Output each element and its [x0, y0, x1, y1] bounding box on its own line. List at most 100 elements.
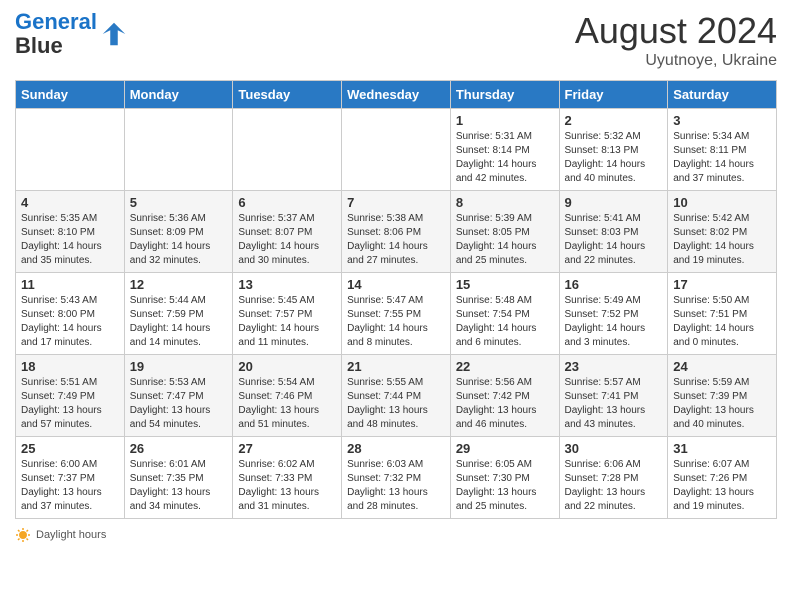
calendar-cell: 25 Sunrise: 6:00 AMSunset: 7:37 PMDayligh…	[16, 437, 125, 519]
week-row-1: 1 Sunrise: 5:31 AMSunset: 8:14 PMDaylight…	[16, 109, 777, 191]
day-number: 24	[673, 359, 771, 374]
day-info: Sunrise: 5:56 AMSunset: 7:42 PMDaylight:…	[456, 376, 554, 432]
day-number: 6	[238, 195, 336, 210]
calendar-cell: 14 Sunrise: 5:47 AMSunset: 7:55 PMDayligh…	[342, 273, 451, 355]
day-number: 20	[238, 359, 336, 374]
daylight-legend: Daylight hours	[15, 527, 106, 543]
sun-icon	[15, 527, 31, 543]
calendar-cell: 29 Sunrise: 6:05 AMSunset: 7:30 PMDayligh…	[450, 437, 559, 519]
calendar-cell: 26 Sunrise: 6:01 AMSunset: 7:35 PMDayligh…	[124, 437, 233, 519]
calendar-cell: 30Sunrise: 6:06 AMSunset: 7:28 PMDayligh…	[559, 437, 668, 519]
weekday-wednesday: Wednesday	[342, 81, 451, 109]
calendar-cell: 18 Sunrise: 5:51 AMSunset: 7:49 PMDayligh…	[16, 355, 125, 437]
day-number: 28	[347, 441, 445, 456]
calendar-cell: 15 Sunrise: 5:48 AMSunset: 7:54 PMDayligh…	[450, 273, 559, 355]
day-number: 21	[347, 359, 445, 374]
day-number: 2	[565, 113, 663, 128]
day-number: 4	[21, 195, 119, 210]
day-number: 10	[673, 195, 771, 210]
calendar-cell: 21 Sunrise: 5:55 AMSunset: 7:44 PMDayligh…	[342, 355, 451, 437]
day-number: 22	[456, 359, 554, 374]
day-number: 5	[130, 195, 228, 210]
day-info: Sunrise: 5:42 AMSunset: 8:02 PMDaylight:…	[673, 212, 771, 268]
day-info: Sunrise: 5:51 AMSunset: 7:49 PMDaylight:…	[21, 376, 119, 432]
week-row-4: 18 Sunrise: 5:51 AMSunset: 7:49 PMDayligh…	[16, 355, 777, 437]
day-info: Sunrise: 5:50 AMSunset: 7:51 PMDaylight:…	[673, 294, 771, 350]
day-info: Sunrise: 5:38 AMSunset: 8:06 PMDaylight:…	[347, 212, 445, 268]
day-info: Sunrise: 5:57 AMSunset: 7:41 PMDaylight:…	[565, 376, 663, 432]
calendar-cell	[16, 109, 125, 191]
calendar-cell: 7 Sunrise: 5:38 AMSunset: 8:06 PMDaylight…	[342, 191, 451, 273]
calendar-cell: 19 Sunrise: 5:53 AMSunset: 7:47 PMDayligh…	[124, 355, 233, 437]
week-row-3: 11 Sunrise: 5:43 AMSunset: 8:00 PMDayligh…	[16, 273, 777, 355]
logo-icon	[99, 19, 129, 49]
location: Uyutnoye, Ukraine	[575, 52, 777, 70]
footer: Daylight hours	[15, 527, 777, 543]
day-info: Sunrise: 5:55 AMSunset: 7:44 PMDaylight:…	[347, 376, 445, 432]
day-number: 1	[456, 113, 554, 128]
day-number: 13	[238, 277, 336, 292]
calendar-cell: 4 Sunrise: 5:35 AMSunset: 8:10 PMDaylight…	[16, 191, 125, 273]
day-info: Sunrise: 5:47 AMSunset: 7:55 PMDaylight:…	[347, 294, 445, 350]
calendar-cell: 27 Sunrise: 6:02 AMSunset: 7:33 PMDayligh…	[233, 437, 342, 519]
day-number: 25	[21, 441, 119, 456]
day-number: 23	[565, 359, 663, 374]
day-info: Sunrise: 5:32 AMSunset: 8:13 PMDaylight:…	[565, 130, 663, 186]
day-number: 19	[130, 359, 228, 374]
calendar-cell: 22 Sunrise: 5:56 AMSunset: 7:42 PMDayligh…	[450, 355, 559, 437]
day-number: 12	[130, 277, 228, 292]
calendar-cell: 6Sunrise: 5:37 AMSunset: 8:07 PMDaylight…	[233, 191, 342, 273]
day-info: Sunrise: 5:44 AMSunset: 7:59 PMDaylight:…	[130, 294, 228, 350]
calendar-cell: 8Sunrise: 5:39 AMSunset: 8:05 PMDaylight…	[450, 191, 559, 273]
month-year: August 2024	[575, 10, 777, 52]
day-number: 3	[673, 113, 771, 128]
day-info: Sunrise: 5:39 AMSunset: 8:05 PMDaylight:…	[456, 212, 554, 268]
day-info: Sunrise: 6:00 AMSunset: 7:37 PMDaylight:…	[21, 458, 119, 514]
day-number: 17	[673, 277, 771, 292]
day-number: 11	[21, 277, 119, 292]
calendar-cell: 10 Sunrise: 5:42 AMSunset: 8:02 PMDayligh…	[668, 191, 777, 273]
logo-text: GeneralBlue	[15, 10, 97, 58]
day-info: Sunrise: 6:02 AMSunset: 7:33 PMDaylight:…	[238, 458, 336, 514]
day-info: Sunrise: 6:01 AMSunset: 7:35 PMDaylight:…	[130, 458, 228, 514]
calendar-cell	[124, 109, 233, 191]
calendar-cell: 3Sunrise: 5:34 AMSunset: 8:11 PMDaylight…	[668, 109, 777, 191]
day-number: 30	[565, 441, 663, 456]
calendar-cell	[342, 109, 451, 191]
calendar-cell	[233, 109, 342, 191]
day-number: 7	[347, 195, 445, 210]
day-info: Sunrise: 6:05 AMSunset: 7:30 PMDaylight:…	[456, 458, 554, 514]
day-number: 14	[347, 277, 445, 292]
day-number: 18	[21, 359, 119, 374]
calendar-cell: 2 Sunrise: 5:32 AMSunset: 8:13 PMDaylight…	[559, 109, 668, 191]
day-number: 15	[456, 277, 554, 292]
logo: GeneralBlue	[15, 10, 129, 58]
calendar-cell: 24Sunrise: 5:59 AMSunset: 7:39 PMDayligh…	[668, 355, 777, 437]
day-info: Sunrise: 5:31 AMSunset: 8:14 PMDaylight:…	[456, 130, 554, 186]
day-info: Sunrise: 5:48 AMSunset: 7:54 PMDaylight:…	[456, 294, 554, 350]
calendar-cell: 28 Sunrise: 6:03 AMSunset: 7:32 PMDayligh…	[342, 437, 451, 519]
calendar-table: SundayMondayTuesdayWednesdayThursdayFrid…	[15, 80, 777, 519]
calendar-cell: 9 Sunrise: 5:41 AMSunset: 8:03 PMDaylight…	[559, 191, 668, 273]
day-info: Sunrise: 5:36 AMSunset: 8:09 PMDaylight:…	[130, 212, 228, 268]
weekday-saturday: Saturday	[668, 81, 777, 109]
day-info: Sunrise: 6:07 AMSunset: 7:26 PMDaylight:…	[673, 458, 771, 514]
day-info: Sunrise: 5:35 AMSunset: 8:10 PMDaylight:…	[21, 212, 119, 268]
day-info: Sunrise: 6:03 AMSunset: 7:32 PMDaylight:…	[347, 458, 445, 514]
weekday-friday: Friday	[559, 81, 668, 109]
calendar-cell: 23 Sunrise: 5:57 AMSunset: 7:41 PMDayligh…	[559, 355, 668, 437]
day-info: Sunrise: 5:41 AMSunset: 8:03 PMDaylight:…	[565, 212, 663, 268]
weekday-sunday: Sunday	[16, 81, 125, 109]
calendar-cell: 20Sunrise: 5:54 AMSunset: 7:46 PMDayligh…	[233, 355, 342, 437]
weekday-tuesday: Tuesday	[233, 81, 342, 109]
calendar-cell: 16Sunrise: 5:49 AMSunset: 7:52 PMDayligh…	[559, 273, 668, 355]
calendar-cell: 12 Sunrise: 5:44 AMSunset: 7:59 PMDayligh…	[124, 273, 233, 355]
day-number: 27	[238, 441, 336, 456]
day-number: 26	[130, 441, 228, 456]
calendar-cell: 5 Sunrise: 5:36 AMSunset: 8:09 PMDaylight…	[124, 191, 233, 273]
day-number: 29	[456, 441, 554, 456]
day-info: Sunrise: 5:43 AMSunset: 8:00 PMDaylight:…	[21, 294, 119, 350]
day-number: 9	[565, 195, 663, 210]
title-block: August 2024 Uyutnoye, Ukraine	[575, 10, 777, 70]
day-info: Sunrise: 5:53 AMSunset: 7:47 PMDaylight:…	[130, 376, 228, 432]
